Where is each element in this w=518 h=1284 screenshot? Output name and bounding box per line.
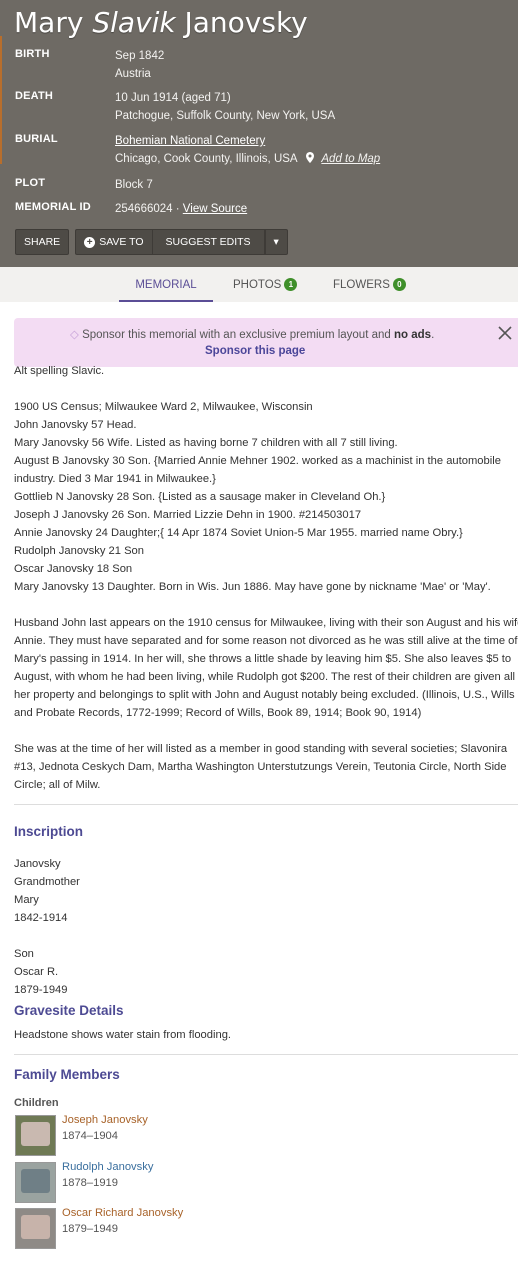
burial-cemetery-link[interactable]: Bohemian National Cemetery: [115, 135, 265, 147]
inscription-line: Son: [14, 948, 34, 960]
save-to-button[interactable]: + SAVE TO: [75, 229, 152, 255]
save-to-label: SAVE TO: [99, 236, 144, 248]
bio-line: August B Janovsky 30 Son. {Married Annie…: [14, 455, 501, 467]
death-date: 10 Jun 1914 (aged 71): [115, 92, 231, 104]
plus-circle-icon: +: [84, 236, 96, 248]
divider: [14, 1054, 518, 1055]
inscription-line: 1842-1914: [14, 912, 68, 924]
birth-label: BIRTH: [15, 48, 50, 60]
memorial-tabs: MEMORIAL PHOTOS 1 FLOWERS 0: [0, 267, 518, 302]
family-member-dates: 1879–1949: [62, 1223, 118, 1235]
divider: [14, 804, 518, 805]
maiden-name: Slavik: [92, 6, 176, 39]
share-button[interactable]: SHARE: [15, 229, 70, 255]
family-member-name[interactable]: Rudolph Janovsky: [62, 1161, 153, 1173]
bio-line: August, with whom he had been living, wh…: [14, 671, 516, 683]
flowers-count-badge: 0: [392, 278, 406, 291]
death-place: Patchogue, Suffolk County, New York, USA: [115, 110, 336, 122]
action-buttons: SHARE + SAVE TO SUGGEST EDITS ▾: [15, 229, 288, 255]
bio-line: Alt spelling Slavic.: [14, 365, 105, 377]
bio-line: and Probate Records, 1772-1999; Record o…: [14, 707, 422, 719]
accent-bar: [0, 36, 2, 164]
tab-photos-label: PHOTOS: [233, 279, 282, 291]
bio-text: Alt spelling Slavic. 1900 US Census; Milw…: [14, 362, 518, 794]
memorial-content: ◇ Sponsor this memorial with an exclusiv…: [0, 302, 518, 1284]
family-heading: Family Members: [14, 1067, 120, 1082]
headstone-photo: [15, 1162, 56, 1203]
inscription-text: Janovsky Grandmother Mary 1842-1914 Son Oscar…: [14, 855, 80, 999]
inscription-line: [14, 927, 80, 945]
bio-line: Mary's passing in 1914. In her will, she…: [14, 653, 512, 665]
burial-place: Chicago, Cook County, Illinois, USA: [115, 153, 297, 165]
plot-value: Block 7: [115, 179, 153, 191]
family-member-name[interactable]: Joseph Janovsky: [62, 1114, 148, 1126]
chevron-down-icon[interactable]: ▾: [264, 229, 288, 255]
tab-memorial[interactable]: MEMORIAL: [119, 267, 213, 302]
bio-line: industry. Died 3 Mar 1941 in Milwaukee.}: [14, 473, 216, 485]
bio-line: Gottlieb N Janovsky 28 Son. {Listed as a…: [14, 491, 386, 503]
diamond-icon: ◇: [70, 329, 79, 341]
inscription-line: Mary: [14, 894, 39, 906]
sponsor-banner: ◇ Sponsor this memorial with an exclusiv…: [14, 318, 518, 367]
family-member-dates: 1878–1919: [62, 1177, 118, 1189]
bio-line: She was at the time of her will listed a…: [14, 743, 508, 755]
bio-line: Mary Janovsky 13 Daughter. Born in Wis. …: [14, 581, 491, 593]
bio-line: her property and belongings to split wit…: [14, 689, 515, 701]
close-icon[interactable]: [498, 324, 512, 345]
tab-flowers-label: FLOWERS: [333, 279, 390, 291]
gravesite-text: Headstone shows water stain from floodin…: [14, 1029, 232, 1041]
bio-line: Annie. They must have separated and for …: [14, 635, 518, 647]
children-label: Children: [14, 1097, 59, 1109]
bio-line: Annie Janovsky 24 Daughter;{ 14 Apr 1874…: [14, 527, 463, 539]
bio-line: Oscar Janovsky 18 Son: [14, 563, 133, 575]
view-source-link[interactable]: View Source: [183, 203, 247, 215]
gravesite-heading: Gravesite Details: [14, 1003, 124, 1018]
bio-line: Mary Janovsky 56 Wife. Listed as having …: [14, 437, 398, 449]
bio-spacer: [14, 596, 518, 614]
bio-line: Circle; all of Milw.: [14, 779, 101, 791]
bio-line: #13, Jednota Ceskych Dam, Martha Washing…: [14, 761, 507, 773]
bio-line: John Janovsky 57 Head.: [14, 419, 137, 431]
suggest-edits-button[interactable]: SUGGEST EDITS: [151, 229, 265, 255]
memorial-id-value: 254666024 ·: [115, 203, 180, 215]
bio-spacer: [14, 722, 518, 740]
tab-flowers[interactable]: FLOWERS 0: [333, 267, 406, 300]
tab-photos[interactable]: PHOTOS 1: [233, 267, 298, 300]
headstone-photo: [15, 1208, 56, 1249]
birth-date: Sep 1842: [115, 50, 165, 62]
inscription-heading: Inscription: [14, 824, 84, 839]
headstone-photo: [15, 1115, 56, 1156]
birth-place: Austria: [115, 68, 151, 80]
bio-line: Husband John last appears on the 1910 ce…: [14, 617, 518, 629]
inscription-line: 1879-1949: [14, 984, 68, 996]
add-to-map-link[interactable]: Add to Map: [321, 153, 380, 165]
death-label: DEATH: [15, 90, 54, 102]
bio-spacer: [14, 380, 518, 398]
map-pin-icon: [306, 152, 317, 165]
sponsor-link[interactable]: Sponsor this page: [205, 345, 305, 357]
sponsor-text: ◇ Sponsor this memorial with an exclusiv…: [70, 329, 435, 341]
inscription-line: Janovsky: [14, 858, 61, 870]
family-member-name[interactable]: Oscar Richard Janovsky: [62, 1207, 183, 1219]
memorial-id-label: MEMORIAL ID: [15, 201, 91, 213]
inscription-line: Grandmother: [14, 876, 80, 888]
family-member-dates: 1874–1904: [62, 1130, 118, 1142]
memorial-header: Mary Slavik Janovsky BIRTH Sep 1842 Aust…: [0, 0, 518, 267]
plot-label: PLOT: [15, 177, 46, 189]
inscription-line: Oscar R.: [14, 966, 59, 978]
page-title: Mary Slavik Janovsky: [14, 6, 308, 39]
bio-line: Joseph J Janovsky 26 Son. Married Lizzie…: [14, 509, 362, 521]
photos-count-badge: 1: [284, 278, 298, 291]
burial-label: BURIAL: [15, 133, 58, 145]
bio-line: Rudolph Janovsky 21 Son: [14, 545, 144, 557]
bio-line: 1900 US Census; Milwaukee Ward 2, Milwau…: [14, 401, 313, 413]
